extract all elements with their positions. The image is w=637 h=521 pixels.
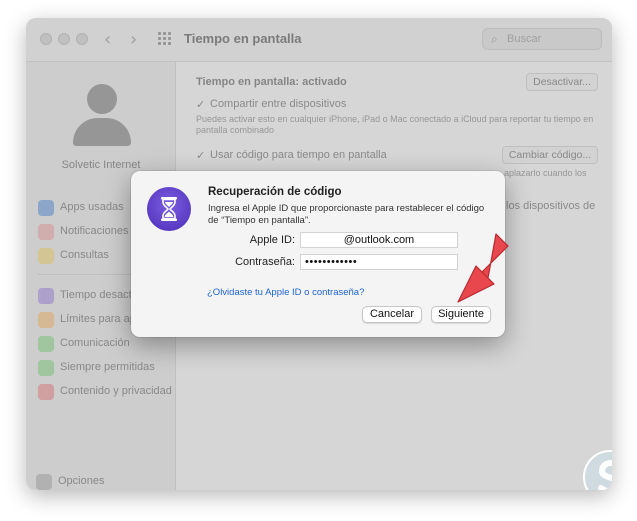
red-pointer-arrow-icon [457,233,509,303]
next-button[interactable]: Siguiente [431,306,491,323]
apple-id-label: Apple ID: [249,234,295,246]
cancel-button[interactable]: Cancelar [362,306,422,323]
forgot-credentials-link[interactable]: ¿Olvidaste tu Apple ID o contraseña? [207,287,364,298]
password-field[interactable]: •••••••••••• [300,254,458,270]
code-recovery-dialog: Recuperación de código Ingresa el Apple … [131,171,505,337]
apple-id-field[interactable]: @outlook.com [300,232,458,248]
screen-time-hourglass-icon [147,187,191,231]
dialog-title: Recuperación de código [208,186,342,198]
dialog-description: Ingresa el Apple ID que proporcionaste p… [208,203,485,226]
password-label: Contraseña: [235,256,295,268]
solvetic-logo-icon [583,450,612,490]
